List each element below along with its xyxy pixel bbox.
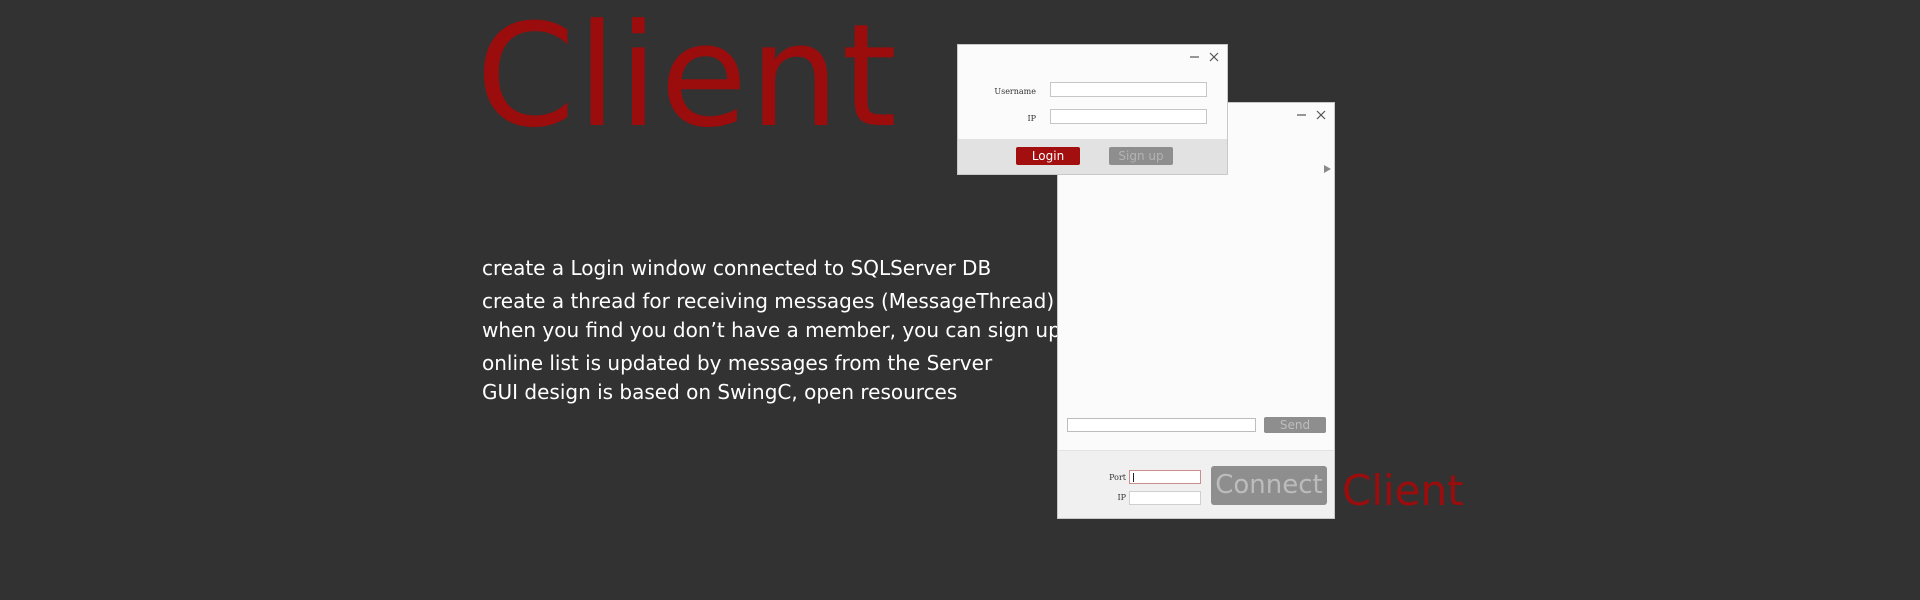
description-line: create a thread for receiving messages (… bbox=[482, 289, 1055, 313]
description-line: when you find you don’t have a member, y… bbox=[482, 318, 1061, 342]
connect-button[interactable]: Connect bbox=[1211, 466, 1327, 505]
username-label: Username bbox=[994, 87, 1036, 96]
message-input[interactable] bbox=[1067, 418, 1256, 432]
ip-input[interactable] bbox=[1050, 109, 1207, 124]
minimize-icon[interactable] bbox=[1295, 107, 1309, 121]
server-ip-label: IP bbox=[1117, 493, 1126, 502]
username-input[interactable] bbox=[1050, 82, 1207, 97]
play-arrow-icon[interactable] bbox=[1322, 159, 1332, 173]
description-line: GUI design is based on SwingC, open reso… bbox=[482, 380, 958, 404]
slide-title: Client bbox=[476, 0, 900, 159]
connection-panel: Port IP Connect bbox=[1058, 450, 1334, 518]
port-label: Port bbox=[1109, 473, 1126, 482]
login-button-bar: Login Sign up bbox=[958, 139, 1227, 174]
port-input[interactable] bbox=[1129, 470, 1201, 484]
signup-button[interactable]: Sign up bbox=[1109, 147, 1173, 165]
login-form: Username IP bbox=[958, 45, 1227, 141]
description-line: create a Login window connected to SQLSe… bbox=[482, 256, 992, 280]
window-controls bbox=[1295, 107, 1328, 121]
minimize-icon[interactable] bbox=[1188, 49, 1202, 63]
server-ip-input[interactable] bbox=[1129, 491, 1201, 505]
close-icon[interactable] bbox=[1314, 107, 1328, 121]
close-icon[interactable] bbox=[1207, 49, 1221, 63]
text-caret bbox=[1133, 473, 1134, 482]
description-line: online list is updated by messages from … bbox=[482, 351, 993, 375]
client-caption: Client bbox=[1342, 466, 1464, 515]
ip-label: IP bbox=[1027, 114, 1036, 123]
window-controls bbox=[1188, 49, 1221, 63]
login-window: Username IP Login Sign up bbox=[957, 44, 1228, 175]
login-button[interactable]: Login bbox=[1016, 147, 1080, 165]
send-button[interactable]: Send bbox=[1264, 417, 1326, 433]
